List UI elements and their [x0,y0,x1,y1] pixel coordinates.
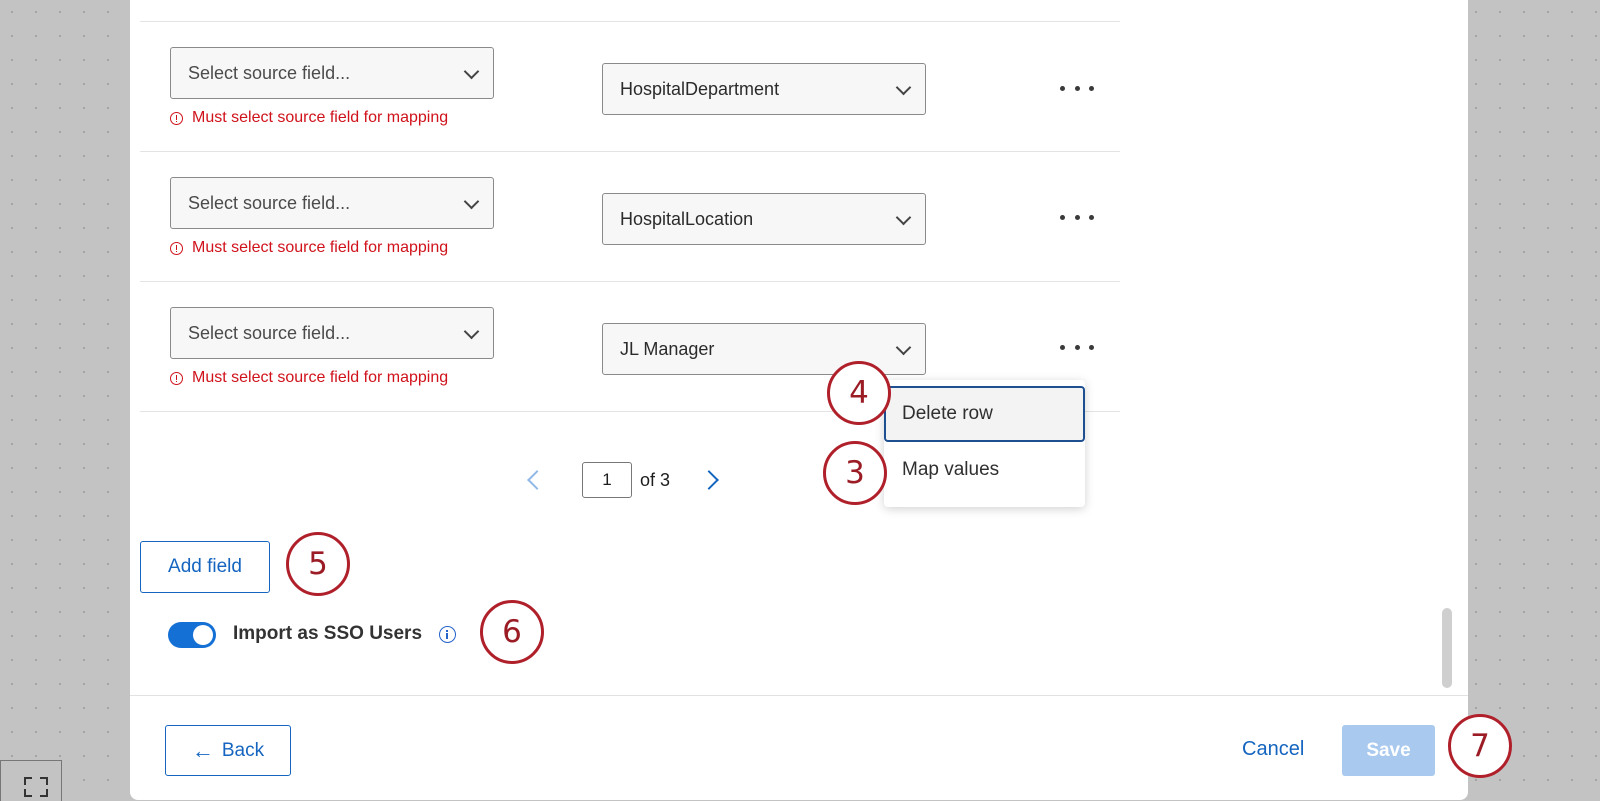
row-action-menu: Delete row Map values [884,380,1085,507]
page-number-input[interactable]: 1 [582,462,632,498]
dialog: Select source field... Must select sourc… [130,0,1468,800]
page-count-label: of 3 [640,469,671,490]
row-divider [140,21,1120,22]
target-field-value: HospitalDepartment [620,78,780,99]
scrollbar-thumb[interactable] [1442,608,1452,688]
back-button-label: Back [221,739,265,761]
error-icon [170,111,183,125]
chevron-down-icon [463,193,480,210]
error-message: Must select source field for mapping [170,239,448,257]
target-field-select[interactable]: HospitalLocation [602,193,926,245]
save-button[interactable]: Save [1342,725,1435,776]
next-page-icon[interactable] [699,470,719,490]
previous-page-icon[interactable] [527,470,547,490]
source-field-placeholder: Select source field... [188,192,351,213]
callout-badge: 6 [480,600,544,664]
sso-toggle-label: Import as SSO Users [233,623,423,644]
target-field-value: HospitalLocation [620,208,754,229]
row-more-options-button[interactable] [1060,78,1094,98]
scrollbar[interactable] [1440,0,1454,690]
sso-toggle[interactable] [168,622,216,648]
cancel-button[interactable]: Cancel [1242,738,1304,761]
error-text: Must select source field for mapping [192,369,449,386]
add-field-button[interactable]: Add field [140,541,270,593]
error-message: Must select source field for mapping [170,369,448,387]
chevron-down-icon [895,339,912,356]
source-field-select[interactable]: Select source field... [170,177,494,229]
error-text: Must select source field for mapping [192,239,449,256]
source-field-select[interactable]: Select source field... [170,47,494,99]
target-field-value: JL Manager [620,338,715,359]
target-field-select[interactable]: HospitalDepartment [602,63,926,115]
error-icon [170,241,183,255]
callout-badge: 5 [286,532,350,596]
chevron-down-icon [895,79,912,96]
row-more-options-button[interactable] [1060,337,1094,357]
error-icon [170,371,183,385]
source-field-select[interactable]: Select source field... [170,307,494,359]
back-button[interactable]: ← Back [165,725,291,776]
row-more-options-button[interactable] [1060,207,1094,227]
footer-divider [130,695,1468,696]
source-field-placeholder: Select source field... [188,62,351,83]
map-values-menu-item[interactable]: Map values [884,442,1085,498]
fullscreen-icon[interactable] [24,777,48,797]
arrow-left-icon: ← [191,737,214,763]
error-text: Must select source field for mapping [192,109,449,126]
pagination: 1 of 3 [527,462,719,498]
info-icon[interactable] [439,626,456,643]
chevron-down-icon [463,63,480,80]
error-message: Must select source field for mapping [170,109,448,127]
chevron-down-icon [895,209,912,226]
callout-badge: 7 [1448,714,1512,778]
callout-badge: 4 [827,361,891,425]
delete-row-menu-item[interactable]: Delete row [884,386,1085,442]
callout-badge: 3 [823,441,887,505]
row-divider [140,281,1120,282]
source-field-placeholder: Select source field... [188,322,351,343]
chevron-down-icon [463,323,480,340]
row-divider [140,151,1120,152]
